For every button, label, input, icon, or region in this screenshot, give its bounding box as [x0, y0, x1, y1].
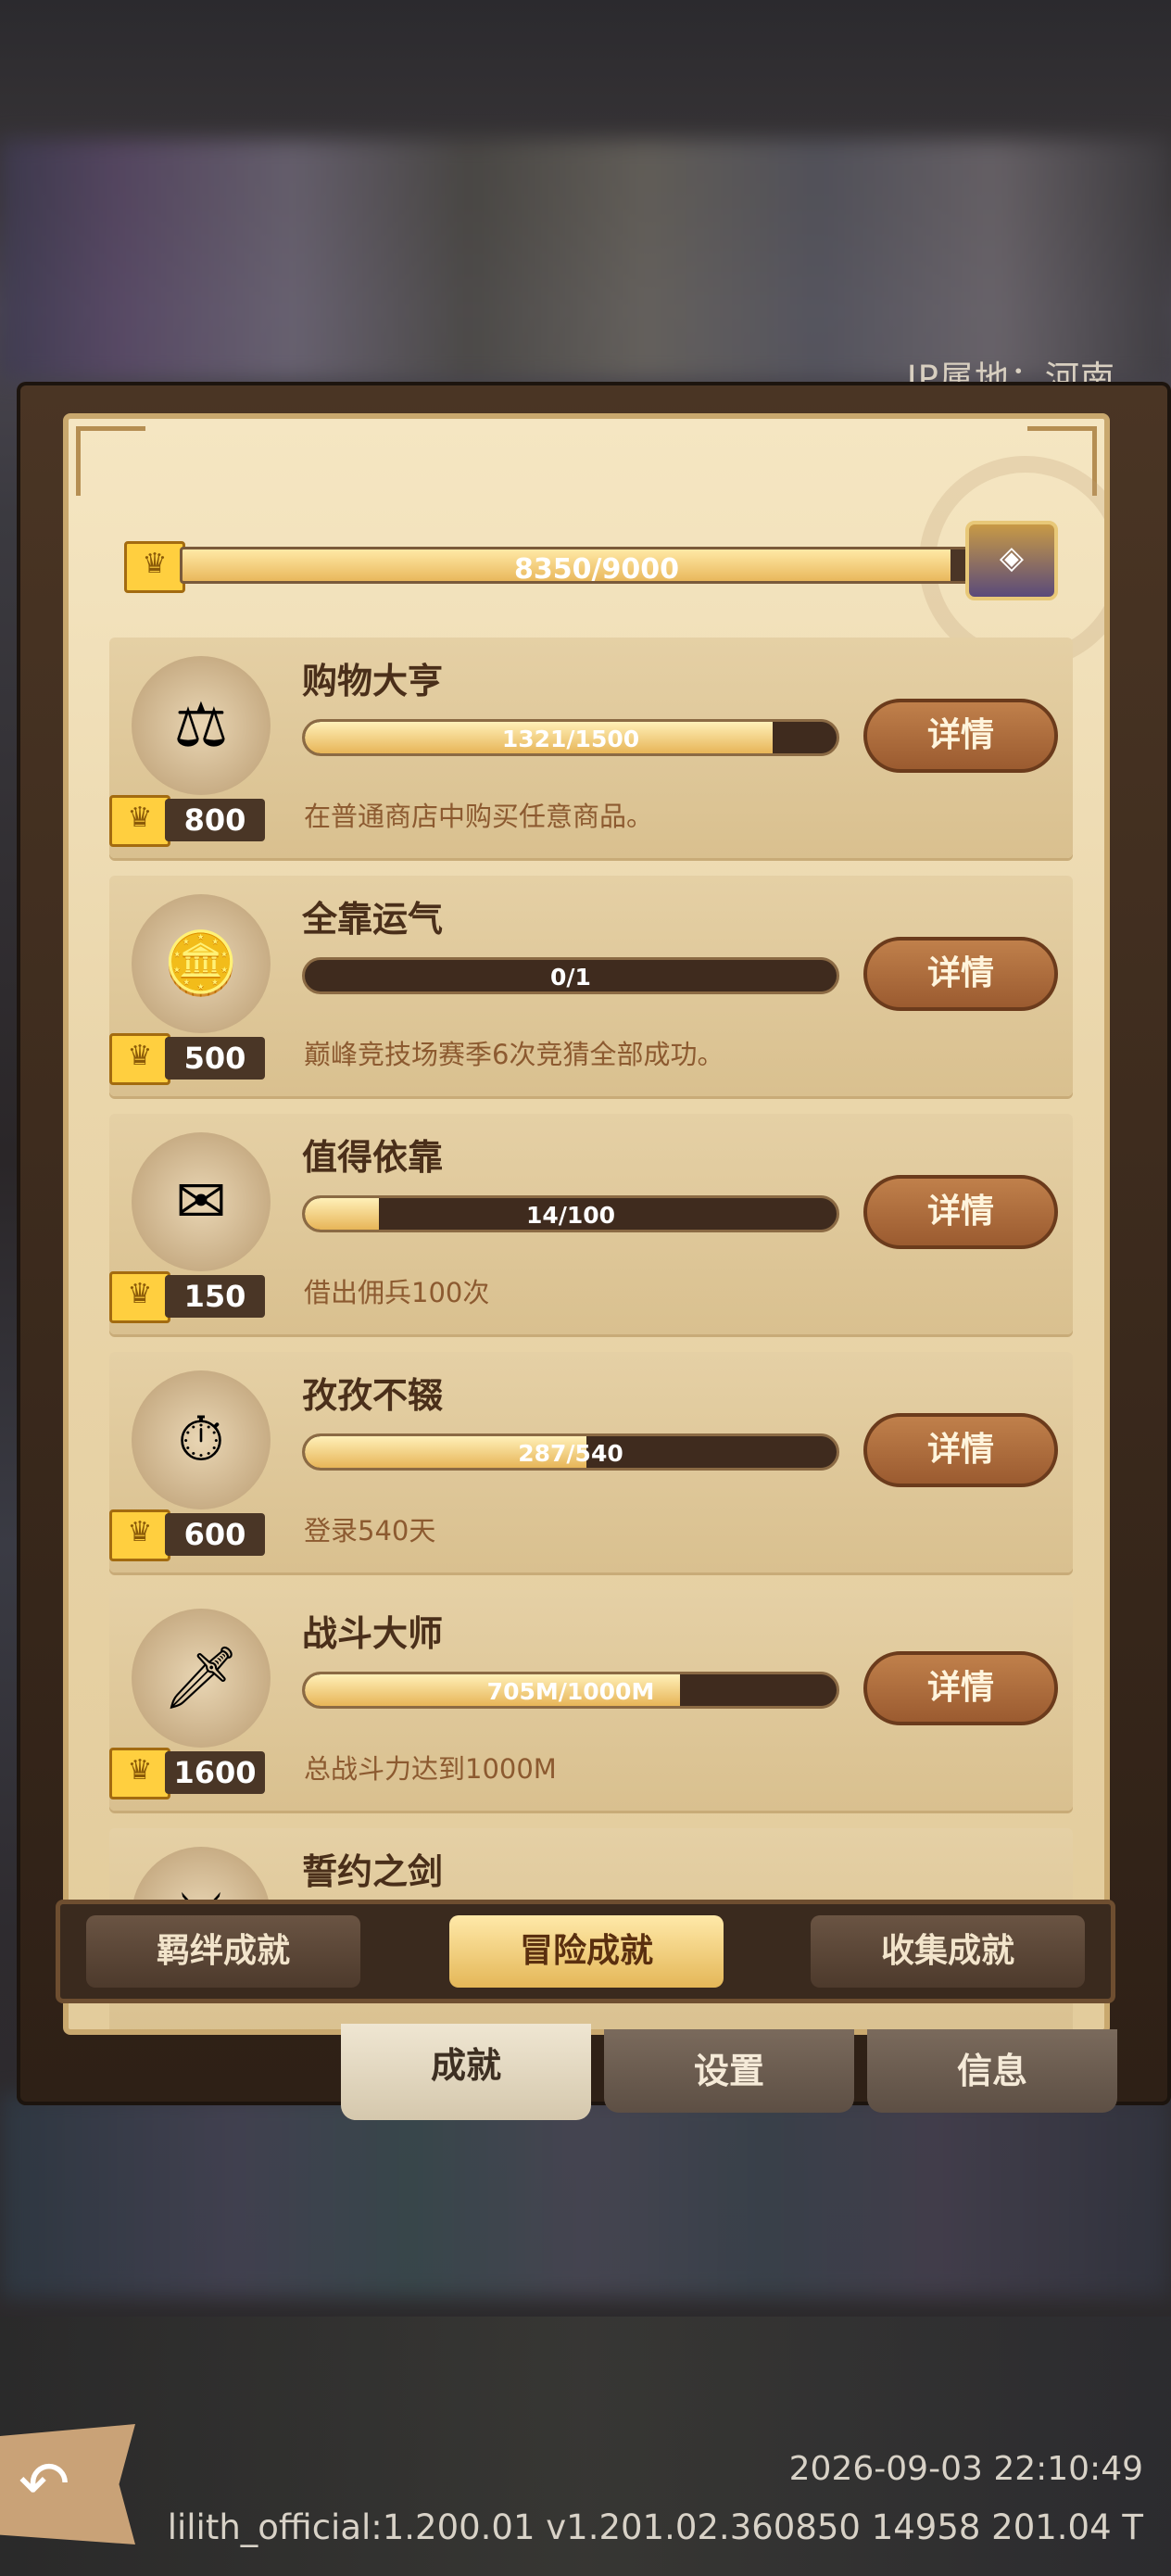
version-info: lilith_official:1.200.01 v1.201.02.36085…	[167, 2507, 1143, 2547]
achievement-progress-text: 14/100	[525, 1202, 616, 1229]
achievement-progress-text: 705M/1000M	[486, 1678, 655, 1705]
achievement-progress-bar: 705M/1000M	[302, 1672, 839, 1709]
achievement-title: 值得依靠	[302, 1137, 444, 1178]
achievement-progress-bar: 14/100	[302, 1195, 839, 1232]
achievement-description: 借出佣兵100次	[304, 1277, 490, 1308]
crown-icon: ♛	[124, 541, 185, 593]
achievement-title: 购物大亨	[302, 661, 444, 701]
crown-icon: ♛	[109, 1033, 170, 1085]
total-progress: ♛ 8350/9000	[124, 541, 1032, 593]
achievement-icon: ⚖	[132, 656, 271, 795]
achievement-points: ♛ 600	[109, 1509, 271, 1561]
details-button[interactable]: 详情	[863, 937, 1058, 1011]
details-button[interactable]: 详情	[863, 699, 1058, 773]
achievement-description: 在普通商店中购买任意商品。	[304, 801, 654, 832]
achievement-card: 🪙 全靠运气 0/1 巅峰竞技场赛季6次竞猜全部成功。 ♛ 500 详情	[109, 876, 1073, 1096]
background-top-blur	[0, 139, 1171, 380]
details-button[interactable]: 详情	[863, 1651, 1058, 1725]
achievement-panel: ♛ 8350/9000 ◈ ⚖ 购物大亨 1321/1500 在普通商店中购买任…	[63, 413, 1110, 2035]
achievement-title: 全靠运气	[302, 899, 444, 940]
crown-icon: ♛	[109, 1509, 170, 1561]
background-bottom-blur	[0, 2094, 1171, 2298]
corner-decoration	[76, 426, 145, 496]
achievement-description: 总战斗力达到1000M	[304, 1753, 557, 1785]
total-progress-bar: 8350/9000	[180, 547, 1014, 584]
tab-bond-achievements[interactable]: 羁绊成就	[86, 1915, 360, 1988]
back-arrow-icon: ↶	[19, 2448, 70, 2519]
achievement-points-value: 600	[165, 1513, 265, 1556]
achievement-points-value: 800	[165, 799, 265, 841]
tab-adventure-achievements[interactable]: 冒险成就	[449, 1915, 724, 1988]
tab-settings[interactable]: 设置	[604, 2029, 854, 2113]
reward-chest-icon[interactable]: ◈	[965, 521, 1058, 600]
achievement-points-value: 150	[165, 1275, 265, 1318]
achievement-card: 🗡 战斗大师 705M/1000M 总战斗力达到1000M ♛ 1600 详情	[109, 1590, 1073, 1811]
tab-info[interactable]: 信息	[867, 2029, 1117, 2113]
achievement-points: ♛ 800	[109, 795, 271, 847]
achievement-progress-bar: 1321/1500	[302, 719, 839, 756]
crown-icon: ♛	[109, 1748, 170, 1799]
details-button[interactable]: 详情	[863, 1175, 1058, 1249]
achievement-title: 战斗大师	[302, 1613, 444, 1654]
tab-achievements[interactable]: 成就	[341, 2024, 591, 2120]
achievement-points-value: 500	[165, 1037, 265, 1080]
crown-icon: ♛	[109, 795, 170, 847]
achievement-points: ♛ 500	[109, 1033, 271, 1085]
achievement-progress-text: 1321/1500	[501, 726, 640, 752]
achievement-progress-text: 287/540	[518, 1440, 623, 1467]
datetime: 2026-09-03 22:10:49	[788, 2450, 1143, 2488]
achievement-title: 孜孜不辍	[302, 1375, 444, 1416]
achievement-points: ♛ 150	[109, 1271, 271, 1323]
achievement-list[interactable]: ⚖ 购物大亨 1321/1500 在普通商店中购买任意商品。 ♛ 800 详情 …	[109, 638, 1073, 2029]
achievement-progress-bar: 287/540	[302, 1433, 839, 1471]
achievement-card: ⚖ 购物大亨 1321/1500 在普通商店中购买任意商品。 ♛ 800 详情	[109, 638, 1073, 858]
achievement-icon: ⏱	[132, 1370, 271, 1509]
achievement-icon: 🪙	[132, 894, 271, 1033]
achievement-points-value: 1600	[165, 1751, 265, 1794]
achievement-icon: ✉	[132, 1132, 271, 1271]
achievement-description: 登录540天	[304, 1515, 436, 1547]
details-button[interactable]: 详情	[863, 1413, 1058, 1487]
achievement-description: 巅峰竞技场赛季6次竞猜全部成功。	[304, 1039, 724, 1070]
achievement-card: ⏱ 孜孜不辍 287/540 登录540天 ♛ 600 详情	[109, 1352, 1073, 1572]
category-tab-bar: 羁绊成就 冒险成就 收集成就	[56, 1900, 1115, 2003]
achievement-card: ✉ 值得依靠 14/100 借出佣兵100次 ♛ 150 详情	[109, 1114, 1073, 1334]
achievement-points: ♛ 1600	[109, 1748, 271, 1799]
back-button[interactable]: ↶	[0, 2424, 135, 2544]
tab-collection-achievements[interactable]: 收集成就	[811, 1915, 1085, 1988]
total-progress-text: 8350/9000	[514, 553, 679, 584]
achievement-progress-text: 0/1	[550, 964, 591, 991]
achievement-progress-bar: 0/1	[302, 957, 839, 994]
achievement-title: 誓约之剑	[302, 1851, 444, 1892]
crown-icon: ♛	[109, 1271, 170, 1323]
achievement-icon: 🗡	[132, 1609, 271, 1748]
